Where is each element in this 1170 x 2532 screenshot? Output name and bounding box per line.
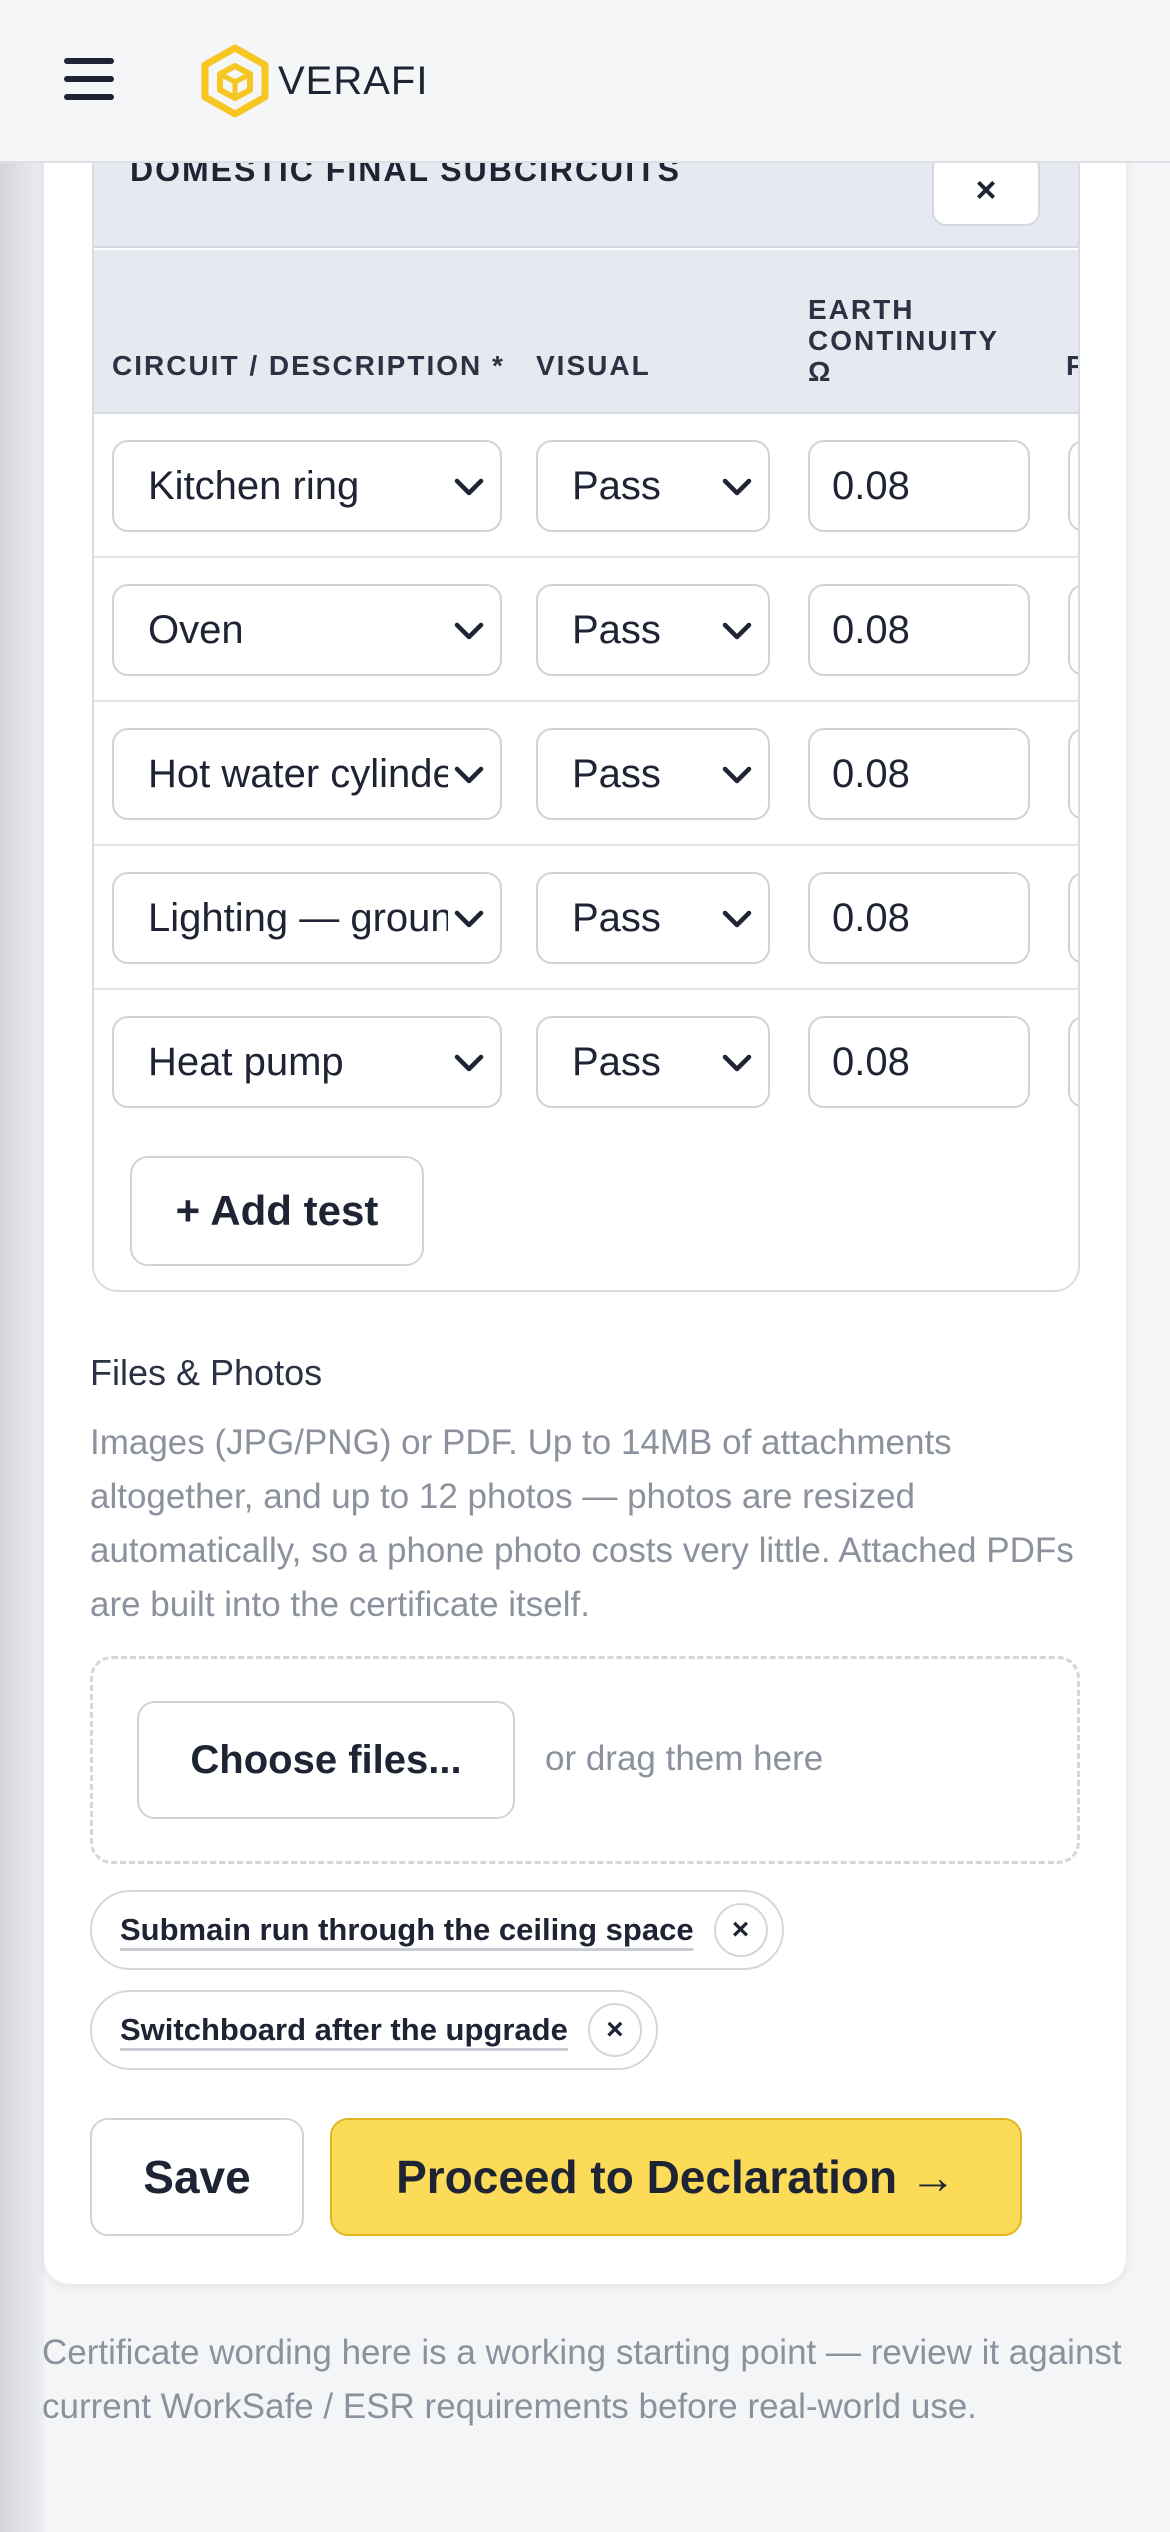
remove-section-button[interactable]: × [932, 154, 1040, 226]
attachment-chip: Submain run through the ceiling space × [90, 1890, 784, 1970]
circuit-select[interactable]: Hot water cylinder [112, 728, 502, 820]
next-column-input[interactable] [1068, 440, 1078, 532]
next-column-input[interactable] [1068, 584, 1078, 676]
earth-continuity-input[interactable]: 0.08 [808, 1016, 1030, 1108]
menu-button[interactable] [64, 58, 118, 102]
column-header-next: P [1066, 350, 1078, 381]
table-row: Kitchen ring Pass 0.08 [94, 414, 1078, 558]
files-help-text: Images (JPG/PNG) or PDF. Up to 14MB of a… [90, 1423, 1074, 1624]
table-row: Hot water cylinder Pass 0.08 [94, 702, 1078, 846]
chevron-down-icon [722, 910, 752, 928]
close-icon: × [731, 1913, 750, 1946]
brand-logo[interactable]: VERAFI [200, 44, 428, 118]
table-row: Oven Pass 0.08 [94, 558, 1078, 702]
earth-continuity-input[interactable]: 0.08 [808, 872, 1030, 964]
circuit-select[interactable]: Oven [112, 584, 502, 676]
circuit-select[interactable]: Lighting — ground [112, 872, 502, 964]
save-button[interactable]: Save [90, 2118, 304, 2236]
remove-attachment-button[interactable]: × [713, 1903, 768, 1957]
drag-hint: or drag them here [545, 1739, 824, 1778]
app-header: VERAFI [0, 0, 1170, 163]
hamburger-icon [64, 58, 118, 100]
footer-note: Certificate wording here is a working st… [42, 2333, 1122, 2426]
files-section-label: Files & Photos [90, 1352, 323, 1393]
close-icon: × [975, 169, 997, 210]
chevron-down-icon [454, 766, 484, 784]
table-header: CIRCUIT / DESCRIPTION * VISUAL EARTH CON… [94, 250, 1078, 414]
next-column-input[interactable] [1068, 1016, 1078, 1108]
test-table: DOMESTIC FINAL SUBCIRCUITS × CIRCUIT / D… [92, 100, 1080, 1292]
visual-select[interactable]: Pass [536, 1016, 770, 1108]
table-row: Heat pump Pass 0.08 [94, 990, 1078, 1134]
visual-select[interactable]: Pass [536, 728, 770, 820]
attachment-link[interactable]: Switchboard after the upgrade [120, 2012, 568, 2048]
earth-continuity-input[interactable]: 0.08 [808, 584, 1030, 676]
choose-files-button[interactable]: Choose files... [137, 1701, 515, 1819]
remove-attachment-button[interactable]: × [587, 2003, 642, 2057]
table-row: Lighting — ground Pass 0.08 [94, 846, 1078, 990]
chevron-down-icon [454, 910, 484, 928]
earth-continuity-input[interactable]: 0.08 [808, 440, 1030, 532]
add-test-button[interactable]: + Add test [130, 1156, 424, 1266]
next-column-input[interactable] [1068, 872, 1078, 964]
chevron-down-icon [722, 766, 752, 784]
logo-hexagon-icon [201, 44, 269, 118]
next-column-input[interactable] [1068, 728, 1078, 820]
column-header-earth-continuity: EARTH CONTINUITY Ω [808, 294, 999, 387]
chevron-down-icon [454, 1054, 484, 1072]
brand-name: VERAFI [278, 58, 429, 103]
visual-select[interactable]: Pass [536, 872, 770, 964]
close-icon: × [606, 2013, 624, 2046]
file-dropzone[interactable]: Choose files... or drag them here [90, 1656, 1080, 1864]
attachment-chip: Switchboard after the upgrade × [90, 1990, 658, 2070]
attachment-link[interactable]: Submain run through the ceiling space [120, 1912, 694, 1948]
page-edge-shadow [0, 0, 44, 2532]
chevron-down-icon [722, 1054, 752, 1072]
column-header-visual: VISUAL [536, 350, 651, 381]
chevron-down-icon [454, 622, 484, 640]
visual-select[interactable]: Pass [536, 440, 770, 532]
chevron-down-icon [722, 478, 752, 496]
circuit-select[interactable]: Kitchen ring [112, 440, 502, 532]
chevron-down-icon [454, 478, 484, 496]
proceed-to-declaration-button[interactable]: Proceed to Declaration → [330, 2118, 1022, 2236]
earth-continuity-input[interactable]: 0.08 [808, 728, 1030, 820]
circuit-select[interactable]: Heat pump [112, 1016, 502, 1108]
chevron-down-icon [722, 622, 752, 640]
visual-select[interactable]: Pass [536, 584, 770, 676]
column-header-circuit: CIRCUIT / DESCRIPTION * [112, 350, 505, 381]
